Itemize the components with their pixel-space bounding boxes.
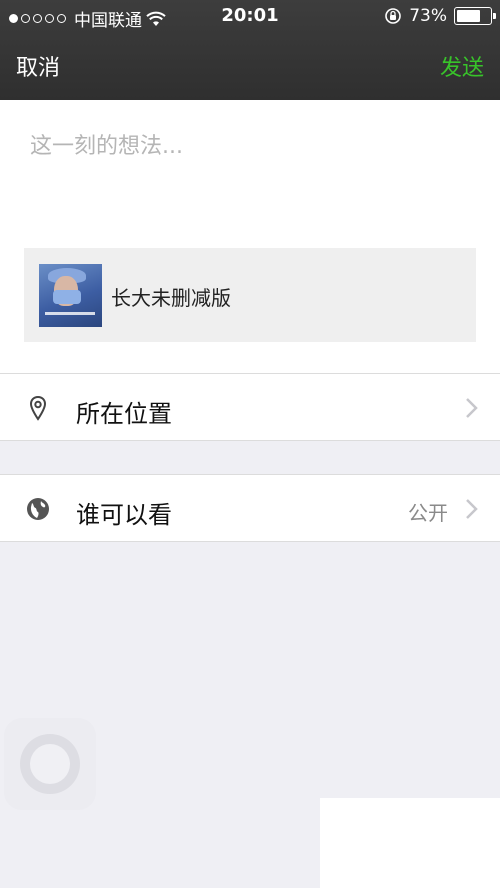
visibility-value: 公开 — [408, 501, 448, 525]
status-right: 73% — [384, 6, 496, 26]
location-label: 所在位置 — [76, 400, 172, 428]
visibility-label: 谁可以看 — [76, 501, 172, 529]
battery-nub — [493, 13, 496, 19]
thumbnail-caption — [45, 312, 95, 315]
send-button[interactable]: 发送 — [440, 50, 484, 82]
location-row[interactable]: 所在位置 — [0, 373, 500, 441]
battery-icon — [454, 7, 496, 25]
shared-link-card[interactable]: 长大未删减版 — [24, 248, 476, 342]
orientation-lock-icon — [385, 8, 402, 24]
assistive-touch-center — [30, 744, 70, 784]
top-bar: 中国联通 20:01 73% 取消 发送 — [0, 0, 500, 100]
nav-bar: 取消 发送 — [0, 44, 500, 88]
thumbnail-mask — [53, 290, 81, 304]
location-pin-icon — [29, 395, 47, 421]
compose-area: 这一刻的想法... 长大未删减版 — [0, 100, 500, 373]
shared-thumbnail — [39, 264, 102, 327]
chevron-right-icon — [466, 499, 478, 519]
assistive-touch-button[interactable] — [4, 718, 96, 810]
cancel-button[interactable]: 取消 — [16, 50, 60, 82]
battery-percent: 73% — [409, 6, 447, 26]
thought-input[interactable]: 这一刻的想法... — [30, 128, 183, 160]
globe-icon — [27, 498, 49, 520]
chevron-right-icon — [466, 398, 478, 418]
status-bar: 中国联通 20:01 73% — [0, 0, 500, 34]
white-overlay-block — [320, 798, 500, 888]
battery-fill — [457, 10, 481, 22]
shared-title: 长大未删减版 — [111, 286, 231, 310]
visibility-row[interactable]: 谁可以看 公开 — [0, 474, 500, 542]
